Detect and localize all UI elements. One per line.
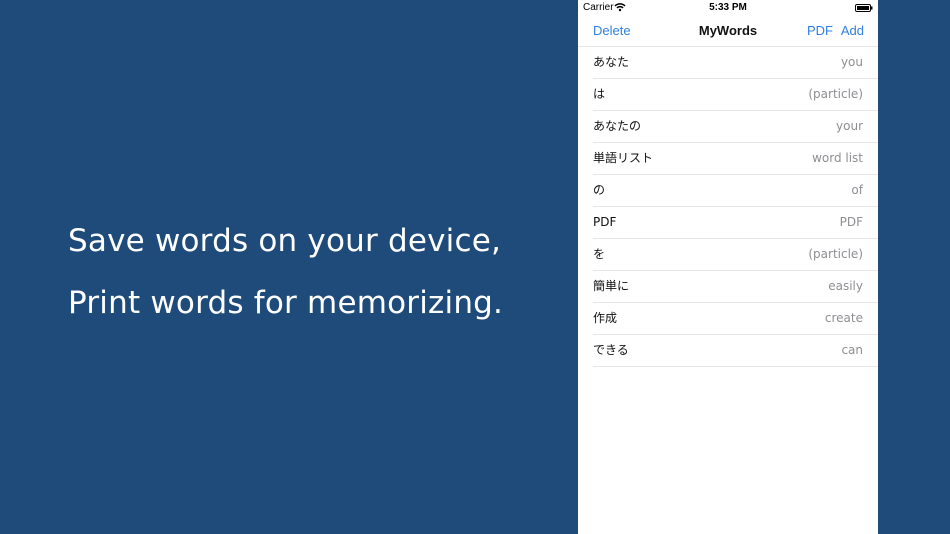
word-meaning: your: [836, 119, 863, 133]
promo-text: Save words on your device, Print words f…: [68, 210, 503, 334]
word-term: あなた: [593, 55, 630, 69]
word-meaning: of: [851, 183, 863, 197]
word-meaning: can: [841, 343, 863, 357]
pdf-button[interactable]: PDF: [807, 23, 833, 38]
word-term: 作成: [593, 311, 618, 325]
word-meaning: create: [824, 311, 863, 325]
battery-icon: [855, 4, 873, 12]
status-bar: Carrier 5:33 PM: [578, 0, 878, 16]
word-meaning: PDF: [839, 215, 863, 229]
table-row[interactable]: の of: [593, 175, 878, 207]
promo-line-save: Save words on your device,: [68, 223, 502, 259]
phone-screen: Carrier 5:33 PM Delete MyWords PDF Add あ…: [578, 0, 878, 534]
status-time: 5:33 PM: [709, 2, 747, 13]
promo-line-print: Print words for memorizing.: [68, 285, 504, 321]
word-term: PDF: [593, 215, 617, 229]
word-term: 単語リスト: [593, 151, 654, 165]
table-row[interactable]: 作成 create: [593, 303, 878, 335]
word-meaning: (particle): [808, 247, 863, 261]
table-row[interactable]: 簡単に easily: [593, 271, 878, 303]
table-row[interactable]: を (particle): [593, 239, 878, 271]
add-button[interactable]: Add: [841, 23, 864, 38]
word-meaning: easily: [828, 279, 863, 293]
word-term: の: [593, 183, 606, 197]
word-term: できる: [593, 343, 629, 357]
navigation-bar: Delete MyWords PDF Add: [578, 16, 878, 47]
word-term: 簡単に: [593, 279, 630, 293]
table-row[interactable]: 単語リスト word list: [593, 143, 878, 175]
table-row[interactable]: あなた you: [593, 47, 878, 79]
word-term: あなたの: [593, 119, 642, 133]
table-row[interactable]: PDF PDF: [593, 207, 878, 239]
word-term: を: [593, 247, 606, 261]
word-meaning: word list: [812, 151, 863, 165]
word-meaning: you: [840, 55, 863, 69]
table-row[interactable]: は (particle): [593, 79, 878, 111]
word-meaning: (particle): [808, 87, 863, 101]
table-row[interactable]: あなたの your: [593, 111, 878, 143]
word-list: あなた you は (particle) あなたの your 単語リスト wor…: [578, 47, 878, 367]
word-term: は: [593, 87, 606, 101]
table-row[interactable]: できる can: [593, 335, 878, 367]
page-title: MyWords: [698, 23, 758, 38]
